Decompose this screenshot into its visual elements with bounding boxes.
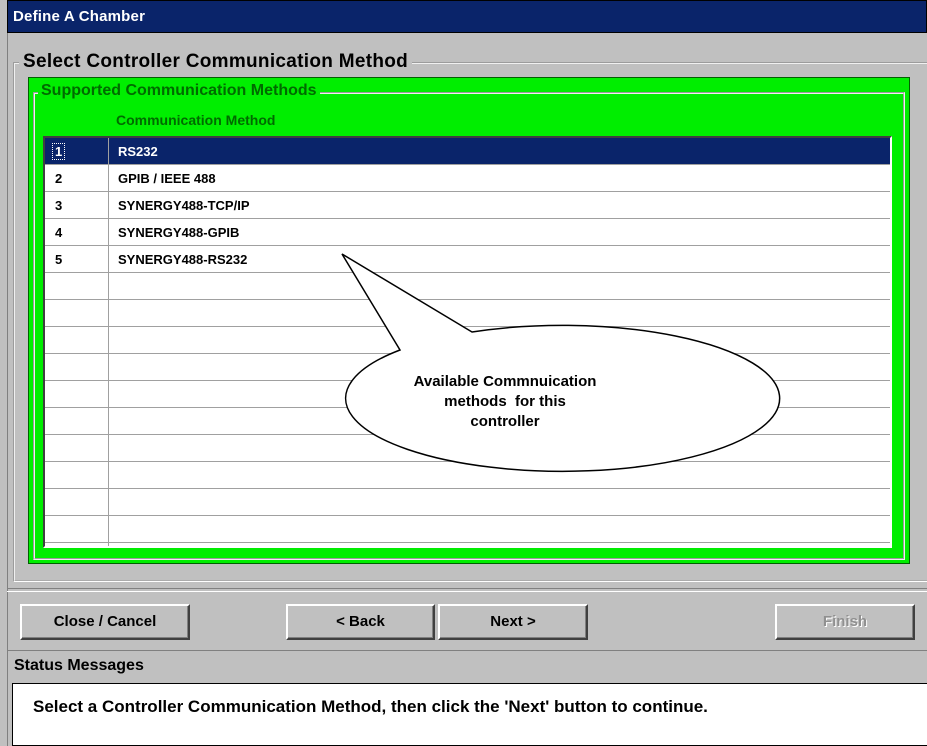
column-header-method: Communication Method bbox=[116, 112, 276, 128]
status-header: Status Messages bbox=[7, 650, 927, 679]
table-row[interactable] bbox=[45, 273, 890, 300]
window-title: Define A Chamber bbox=[13, 8, 146, 25]
row-number: 1 bbox=[51, 143, 66, 160]
table-row[interactable] bbox=[45, 516, 890, 543]
grid-column-divider bbox=[108, 138, 109, 546]
table-row[interactable] bbox=[45, 435, 890, 462]
status-message-box: Select a Controller Communication Method… bbox=[12, 683, 927, 746]
row-method: SYNERGY488-RS232 bbox=[118, 252, 248, 267]
row-method: SYNERGY488-GPIB bbox=[118, 225, 240, 240]
window-left-edge bbox=[0, 0, 8, 746]
table-row[interactable]: 5 SYNERGY488-RS232 bbox=[45, 246, 890, 273]
table-row[interactable] bbox=[45, 327, 890, 354]
back-button[interactable]: < Back bbox=[286, 604, 435, 640]
row-method: RS232 bbox=[118, 144, 158, 159]
row-number: 3 bbox=[55, 198, 63, 213]
callout-line: methods for this bbox=[444, 393, 566, 410]
callout-line: controller bbox=[470, 413, 540, 430]
table-row[interactable]: 2 GPIB / IEEE 488 bbox=[45, 165, 890, 192]
status-message: Select a Controller Communication Method… bbox=[33, 697, 708, 716]
table-row[interactable]: 3 SYNERGY488-TCP/IP bbox=[45, 192, 890, 219]
row-number: 5 bbox=[55, 252, 63, 267]
define-chamber-window: Define A Chamber Select Controller Commu… bbox=[0, 0, 927, 746]
callout-text: Available Commnuication methods for this… bbox=[330, 372, 680, 432]
status-label: Status Messages bbox=[14, 657, 144, 674]
methods-panel-title: Supported Communication Methods bbox=[38, 82, 320, 100]
finish-button[interactable]: Finish bbox=[775, 604, 915, 640]
section-title: Select Controller Communication Method bbox=[19, 51, 413, 73]
separator bbox=[7, 588, 927, 592]
row-method: GPIB / IEEE 488 bbox=[118, 171, 216, 186]
table-row[interactable] bbox=[45, 489, 890, 516]
table-row[interactable] bbox=[45, 300, 890, 327]
next-button[interactable]: Next > bbox=[438, 604, 588, 640]
methods-grid[interactable]: 1 RS232 2 GPIB / IEEE 488 3 SYNERGY488-TCP/IP… bbox=[43, 136, 892, 548]
title-bar[interactable]: Define A Chamber bbox=[7, 0, 927, 33]
row-number: 4 bbox=[55, 225, 63, 240]
table-row[interactable]: 4 SYNERGY488-GPIB bbox=[45, 219, 890, 246]
table-row[interactable] bbox=[45, 462, 890, 489]
row-number: 2 bbox=[55, 171, 63, 186]
table-row[interactable]: 1 RS232 bbox=[45, 138, 890, 165]
row-method: SYNERGY488-TCP/IP bbox=[118, 198, 250, 213]
close-cancel-button[interactable]: Close / Cancel bbox=[20, 604, 190, 640]
callout-line: Available Commnuication bbox=[413, 373, 597, 390]
